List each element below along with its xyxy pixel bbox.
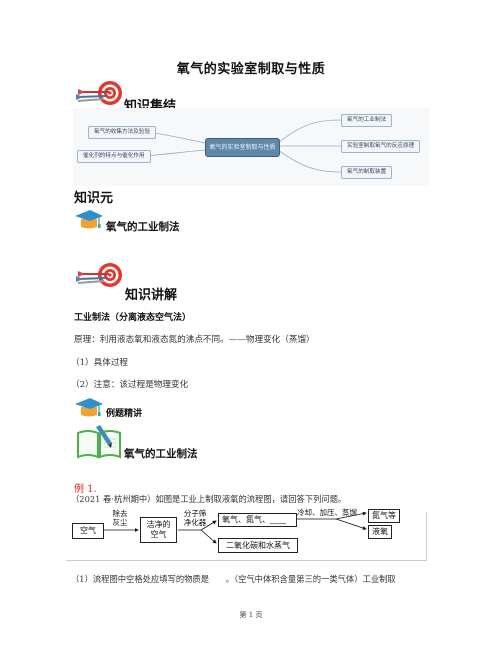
flow-label-dust-line-1: 除去 xyxy=(112,509,128,518)
book-pencil-icon xyxy=(76,425,122,459)
example-source-text: （2021 春·杭州期中）如图是工业上制取液氧的流程图，请回答下列问题。 xyxy=(71,494,347,504)
mindmap-node-industrial: 氧气的工业制法 xyxy=(341,114,393,127)
flow-label-sieve-line-2: 净化器 xyxy=(183,518,207,527)
question-1-text: （1）流程图中空格处应填写的物质是 。（空气中体积含量第三的一类气体）工业制取 xyxy=(71,574,396,584)
graduation-cap-icon xyxy=(74,396,104,418)
principle-text: 原理：利用液态氧和液态氮的沸点不同。——物理变化（蒸馏） xyxy=(74,335,315,345)
flow-box-clean-air: 洁净的 空气 xyxy=(140,517,177,543)
flow-label-process: 冷却、加压、蒸馏 xyxy=(297,508,357,517)
examples-heading: 例题精讲 xyxy=(106,409,143,419)
explain-heading: 知识讲解 xyxy=(125,288,178,303)
flow-box-liquid-oxygen: 液氧 xyxy=(368,525,392,539)
mindmap-node-apparatus: 氧气的制取装置 xyxy=(341,166,393,179)
flowchart: 空气 除去 灰尘 洁净的 空气 分子筛 净化器 氧气、氮气、____ 二氧化碳和… xyxy=(66,508,427,561)
flow-label-dust-line-2: 灰尘 xyxy=(112,518,128,527)
flow-label-sieve-line-1: 分子筛 xyxy=(183,509,207,518)
page-number: 第 1 页 xyxy=(239,611,263,619)
mindmap-node-principle: 实验室制取氧气的反应原理 xyxy=(341,140,421,153)
flow-box-co2-water: 二氧化碳和水蒸气 xyxy=(218,538,298,553)
example-topic-heading: 氧气的工业制法 xyxy=(124,448,198,460)
step-2-text: （2）注意：该过程是物理变化 xyxy=(71,380,189,390)
topic-heading: 氧气的工业制法 xyxy=(106,221,180,233)
flow-box-air: 空气 xyxy=(72,523,104,539)
document-title: 氧气的实验室制取与性质 xyxy=(176,62,326,77)
knowledge-unit-heading: 知识元 xyxy=(74,191,114,206)
flow-box-gases: 氧气、氮气、____ xyxy=(218,513,297,527)
mindmap-node-collection: 氧气的收集方法及验验 xyxy=(88,126,156,139)
step-1-text: （1）具体过程 xyxy=(71,358,129,368)
mindmap-node-catalyst: 催化剂的特点与催化作用 xyxy=(77,150,151,163)
target-icon xyxy=(76,262,124,288)
target-icon xyxy=(76,80,124,106)
flow-box-clean-air-line-1: 洁净的 xyxy=(146,520,171,529)
graduation-cap-icon xyxy=(74,208,104,230)
flow-box-nitrogen: 氮气等 xyxy=(368,509,400,523)
method-heading: 工业制法（分离液态空气法） xyxy=(74,313,192,323)
mindmap-center-node: 氧气的实验室制取与性质 xyxy=(205,138,280,157)
flow-box-clean-air-line-2: 空气 xyxy=(150,530,167,539)
mindmap: 氧气的收集方法及验验 催化剂的特点与催化作用 氧气的实验室制取与性质 氧气的工业… xyxy=(73,108,430,186)
